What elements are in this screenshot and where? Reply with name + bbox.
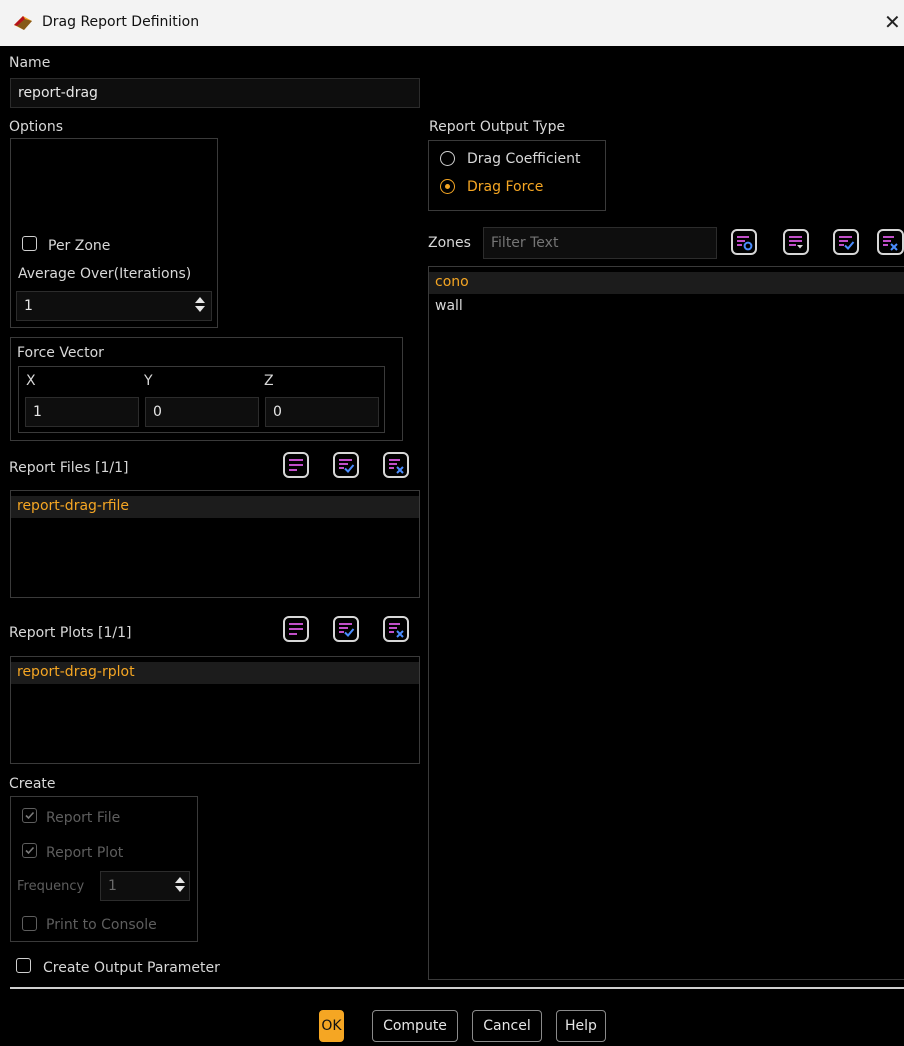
zones-label: Zones — [428, 235, 471, 251]
per-zone-label: Per Zone — [48, 238, 111, 254]
y-label: Y — [144, 373, 153, 389]
z-label: Z — [264, 373, 274, 389]
cancel-button[interactable]: Cancel — [472, 1010, 542, 1042]
drag-coefficient-radio[interactable] — [440, 151, 455, 166]
report-plots-list[interactable]: report-drag-rplot — [10, 656, 420, 764]
report-plot-checkbox[interactable] — [22, 843, 37, 858]
force-z-input[interactable]: 0 — [265, 397, 379, 427]
report-file-checkbox[interactable] — [22, 808, 37, 823]
average-over-value: 1 — [24, 298, 33, 314]
print-to-console-label: Print to Console — [46, 917, 157, 933]
compute-button[interactable]: Compute — [372, 1010, 458, 1042]
options-label: Options — [9, 119, 64, 135]
footer-divider — [10, 987, 904, 989]
report-files-list[interactable]: report-drag-rfile — [10, 490, 420, 598]
window-title: Drag Report Definition — [42, 14, 200, 30]
list-item-selected[interactable] — [429, 272, 904, 294]
fluent-app-icon — [14, 16, 32, 30]
ok-button[interactable]: OK — [319, 1010, 344, 1042]
report-file-label: Report File — [46, 810, 121, 826]
zones-deselect-all-icon[interactable] — [877, 229, 904, 255]
report-file-item[interactable]: report-drag-rfile — [17, 498, 129, 514]
zones-list[interactable]: cono wall — [428, 266, 904, 980]
create-output-parameter-label: Create Output Parameter — [43, 960, 220, 976]
frequency-value: 1 — [108, 878, 117, 894]
report-files-list-icon[interactable] — [283, 452, 309, 478]
drag-force-radio[interactable] — [440, 179, 455, 194]
report-files-select-all-icon[interactable] — [333, 452, 359, 478]
report-plots-list-icon[interactable] — [283, 616, 309, 642]
report-plots-select-all-icon[interactable] — [333, 616, 359, 642]
report-plots-deselect-all-icon[interactable] — [383, 616, 409, 642]
help-button[interactable]: Help — [556, 1010, 606, 1042]
title-bar: Drag Report Definition ✕ — [0, 0, 904, 46]
report-files-label: Report Files [1/1] — [9, 460, 129, 476]
close-icon[interactable]: ✕ — [884, 10, 901, 34]
zones-match-icon[interactable] — [731, 229, 757, 255]
force-x-input[interactable]: 1 — [25, 397, 139, 427]
name-label: Name — [9, 55, 51, 71]
name-input[interactable]: report-drag — [10, 78, 420, 108]
drag-coefficient-label: Drag Coefficient — [467, 151, 581, 167]
create-output-parameter-checkbox[interactable] — [16, 958, 31, 973]
average-over-label: Average Over(Iterations) — [18, 266, 192, 282]
print-to-console-checkbox[interactable] — [22, 916, 37, 931]
zones-select-all-icon[interactable] — [833, 229, 859, 255]
report-output-type-label: Report Output Type — [429, 119, 566, 135]
zone-item-cono[interactable]: cono — [435, 274, 469, 290]
per-zone-checkbox[interactable] — [22, 236, 37, 251]
report-plots-label: Report Plots [1/1] — [9, 625, 132, 641]
create-label: Create — [9, 776, 56, 792]
average-over-input[interactable]: 1 — [16, 291, 212, 321]
frequency-label: Frequency — [17, 879, 85, 894]
report-plot-label: Report Plot — [46, 845, 124, 861]
force-vector-label: Force Vector — [17, 345, 104, 361]
force-y-input[interactable]: 0 — [145, 397, 259, 427]
x-label: X — [26, 373, 36, 389]
zones-dropdown-icon[interactable] — [783, 229, 809, 255]
report-files-deselect-all-icon[interactable] — [383, 452, 409, 478]
zone-item-wall[interactable]: wall — [435, 298, 463, 314]
drag-force-label: Drag Force — [467, 179, 544, 195]
zones-filter-input[interactable] — [483, 227, 717, 259]
report-plot-item[interactable]: report-drag-rplot — [17, 664, 135, 680]
